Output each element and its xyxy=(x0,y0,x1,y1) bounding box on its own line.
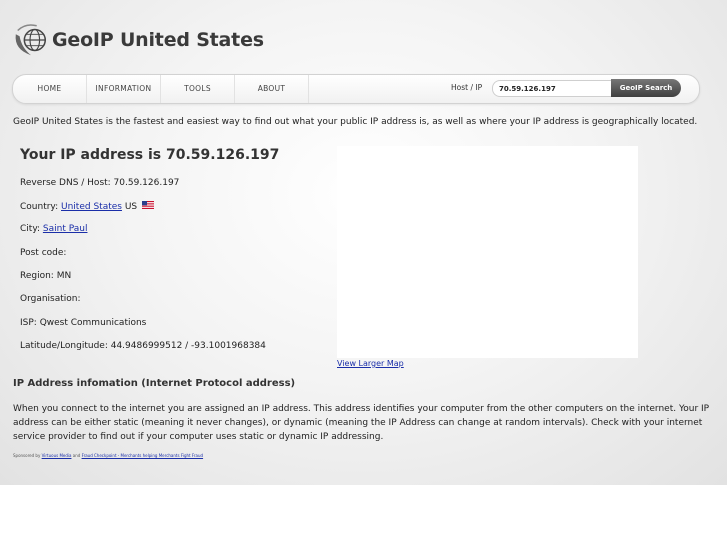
nav-home[interactable]: HOME xyxy=(13,75,87,103)
sponsor-and: and xyxy=(72,453,81,458)
nav-bar: HOME INFORMATION TOOLS ABOUT Host / IP G… xyxy=(12,74,700,104)
lat-long-row: Latitude/Longitude: 44.9486999512 / -93.… xyxy=(20,341,266,351)
globe-icon[interactable] xyxy=(12,21,50,59)
sponsor-link-fraud-checkpoint[interactable]: Fraud Checkpoint - Merchants helping Mer… xyxy=(82,453,204,458)
view-larger-map-link[interactable]: View Larger Map xyxy=(337,359,404,368)
nav-information[interactable]: INFORMATION xyxy=(87,75,161,103)
map-embed[interactable] xyxy=(337,146,638,358)
geoip-search-button[interactable]: GeoIP Search xyxy=(611,79,681,97)
sponsor-link-virtuous-media[interactable]: Virtuous Media xyxy=(42,453,72,458)
reverse-dns-row: Reverse DNS / Host: 70.59.126.197 xyxy=(20,178,180,188)
isp-row: ISP: Qwest Communications xyxy=(20,318,147,328)
post-code-row: Post code: xyxy=(20,248,67,258)
ip-info-section-body: When you connect to the internet you are… xyxy=(13,404,710,442)
sponsor-prefix: Sponsored by xyxy=(13,453,41,458)
city-row: City: Saint Paul xyxy=(20,224,87,234)
country-label: Country: xyxy=(20,202,59,212)
ip-address-heading: Your IP address is 70.59.126.197 xyxy=(20,147,280,163)
host-ip-input[interactable] xyxy=(492,80,617,97)
city-link[interactable]: Saint Paul xyxy=(43,224,88,234)
us-flag-icon xyxy=(142,201,155,209)
region-row: Region: MN xyxy=(20,271,72,281)
nav-tools[interactable]: TOOLS xyxy=(161,75,235,103)
country-link[interactable]: United States xyxy=(61,202,122,212)
host-ip-label: Host / IP xyxy=(451,83,483,92)
site-header: GeoIP United States xyxy=(12,20,264,60)
nav-about[interactable]: ABOUT xyxy=(235,75,309,103)
site-logo-text[interactable]: GeoIP United States xyxy=(52,29,264,51)
country-row: Country: United States US xyxy=(20,201,155,212)
intro-text: GeoIP United States is the fastest and e… xyxy=(13,117,698,127)
country-code: US xyxy=(124,202,138,212)
city-label: City: xyxy=(20,224,41,234)
sponsor-line: Sponsored by Virtuous Media and Fraud Ch… xyxy=(13,453,203,458)
ip-info-section-title: IP Address infomation (Internet Protocol… xyxy=(13,378,296,389)
organisation-row: Organisation: xyxy=(20,294,81,304)
